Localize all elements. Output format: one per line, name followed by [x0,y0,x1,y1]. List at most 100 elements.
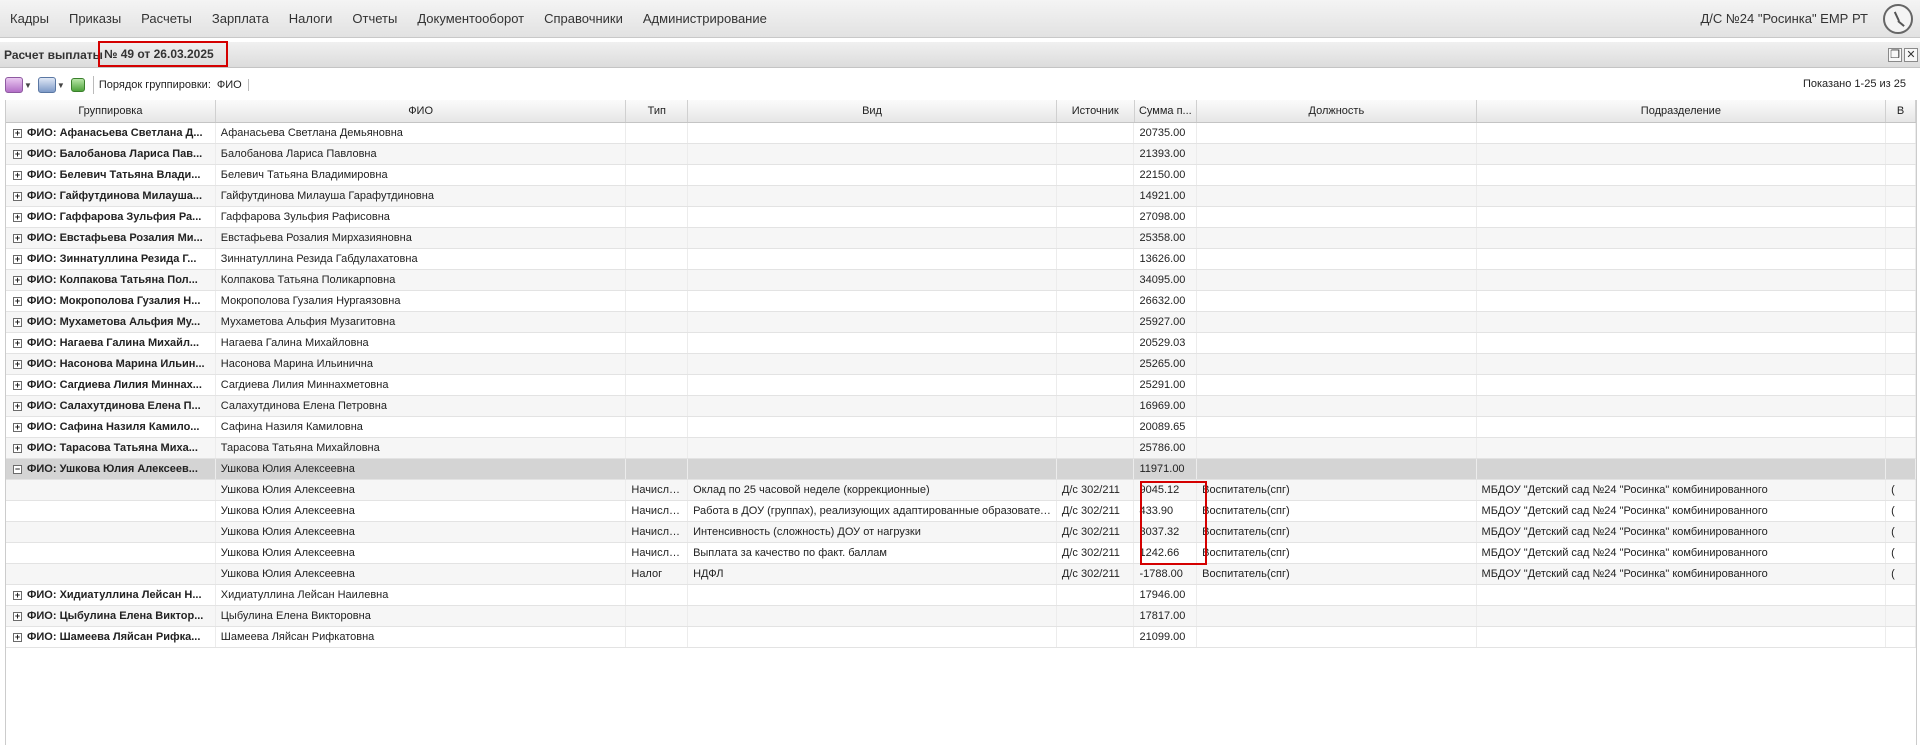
clock-icon[interactable] [1883,4,1913,34]
grid-body: + ФИО: Афанасьева Светлана Д... Афанасьева… [6,123,1916,648]
group-row[interactable]: + ФИО: Мухаметова Альфия Му... Мухаметова … [6,312,1916,333]
column-header[interactable]: Источник [1057,100,1135,122]
menu-item[interactable]: Расчеты [131,0,202,38]
group-row[interactable]: + ФИО: Тарасова Татьяна Миха... Тарасова Т… [6,438,1916,459]
close-window-icon[interactable]: ✕ [1904,48,1918,62]
column-header[interactable]: Должность [1197,100,1477,122]
restore-window-icon[interactable]: ❐ [1888,48,1902,62]
detail-row[interactable]: Ушкова Юлия Алексеевна Начисле... Работа в… [6,501,1916,522]
detail-row[interactable]: Ушкова Юлия Алексеевна Начисле... Оклад по… [6,480,1916,501]
menu-item[interactable]: Документооборот [407,0,534,38]
menu-item[interactable]: Зарплата [202,0,279,38]
group-label: ФИО: Сагдиева Лилия Миннах... [27,379,202,391]
cell-pos: Воспитатель(спг) [1197,480,1477,500]
cell-pos [1197,354,1477,374]
expand-icon[interactable]: + [13,443,22,453]
group-row[interactable]: + ФИО: Зиннатуллина Резида Г... Зиннатулли… [6,249,1916,270]
expand-icon[interactable]: + [13,212,22,222]
menu-item[interactable]: Приказы [59,0,131,38]
group-row[interactable]: + ФИО: Балобанова Лариса Пав... Балобанова… [6,144,1916,165]
expand-icon[interactable]: + [13,359,22,369]
group-row[interactable]: + ФИО: Мокрополова Гузалия Н... Мокрополов… [6,291,1916,312]
expand-icon[interactable]: + [13,380,22,390]
group-row[interactable]: + ФИО: Гаффарова Зульфия Ра... Гаффарова З… [6,207,1916,228]
cell-v [1886,438,1916,458]
group-row[interactable]: + ФИО: Хидиатуллина Лейсан Н... Хидиатулли… [6,585,1916,606]
cell-v [1886,207,1916,227]
group-row[interactable]: + ФИО: Сагдиева Лилия Миннах... Сагдиева Л… [6,375,1916,396]
cell-g [6,543,216,563]
group-label: ФИО: Сафина Назиля Камило... [27,421,200,433]
group-cell: + ФИО: Гаффарова Зульфия Ра... [6,207,216,227]
settings-icon [5,77,23,93]
group-row[interactable]: + ФИО: Насонова Марина Ильин... Насонова М… [6,354,1916,375]
cell-type [626,396,689,416]
expand-icon[interactable]: + [13,275,22,285]
cell-src: Д/с 302/211 [1057,480,1135,500]
expand-icon[interactable]: + [13,632,22,642]
group-cell: + ФИО: Афанасьева Светлана Д... [6,123,216,143]
expand-icon[interactable]: + [13,149,22,159]
expand-icon[interactable]: + [13,170,22,180]
cell-kind [688,186,1057,206]
cell-src: Д/с 302/211 [1057,564,1135,584]
column-header[interactable]: Подразделение [1477,100,1887,122]
group-row[interactable]: + ФИО: Афанасьева Светлана Д... Афанасьева… [6,123,1916,144]
cell-fio: Сагдиева Лилия Миннахметовна [216,375,627,395]
detail-row[interactable]: Ушкова Юлия Алексеевна Начисле... Интенсив… [6,522,1916,543]
collapse-icon[interactable]: − [13,464,22,474]
detail-row[interactable]: Ушкова Юлия Алексеевна Налог НДФЛ Д/с 302/2… [6,564,1916,585]
menu-item[interactable]: Администрирование [633,0,777,38]
group-row[interactable]: + ФИО: Евстафьева Розалия Ми... Евстафьева… [6,228,1916,249]
group-row[interactable]: + ФИО: Гайфутдинова Милауша... Гайфутдинов… [6,186,1916,207]
expand-icon[interactable]: + [13,611,22,621]
cell-dept [1477,459,1887,479]
group-row[interactable]: + ФИО: Нагаева Галина Михайл... Нагаева Га… [6,333,1916,354]
menu-item[interactable]: Отчеты [342,0,407,38]
group-row[interactable]: + ФИО: Шамеева Ляйсан Рифка... Шамеева Ляй… [6,627,1916,648]
cell-kind: НДФЛ [688,564,1057,584]
detail-row[interactable]: Ушкова Юлия Алексеевна Начисле... Выплата … [6,543,1916,564]
column-header[interactable]: Тип [626,100,689,122]
expand-icon[interactable]: + [13,128,22,138]
column-header[interactable]: Сумма п... [1135,100,1198,122]
column-header[interactable]: Группировка [6,100,216,122]
expand-icon[interactable]: + [13,338,22,348]
cell-src [1057,270,1135,290]
group-cell: + ФИО: Салахутдинова Елена П... [6,396,216,416]
group-cell: + ФИО: Белевич Татьяна Влади... [6,165,216,185]
expand-icon[interactable]: + [13,422,22,432]
cell-dept: МБДОУ "Детский сад №24 "Росинка" комбини… [1477,501,1887,521]
expand-icon[interactable]: + [13,254,22,264]
group-row[interactable]: + ФИО: Цыбулина Елена Виктор... Цыбулина Е… [6,606,1916,627]
organization-name[interactable]: Д/С №24 "Росинка" ЕМР РТ [1700,0,1868,38]
cell-v [1886,375,1916,395]
column-header[interactable]: Вид [688,100,1057,122]
group-row[interactable]: + ФИО: Белевич Татьяна Влади... Белевич Та… [6,165,1916,186]
settings-menu-button[interactable]: ▼ [5,75,32,95]
cell-pos [1197,123,1477,143]
group-row[interactable]: + ФИО: Салахутдинова Елена П... Салахутдин… [6,396,1916,417]
menu-item[interactable]: Налоги [279,0,343,38]
group-order-value[interactable]: ФИО [217,79,249,91]
expand-icon[interactable]: + [13,401,22,411]
cell-pos [1197,165,1477,185]
group-row[interactable]: + ФИО: Сафина Назиля Камило... Сафина Нази… [6,417,1916,438]
column-header[interactable]: ФИО [216,100,627,122]
expand-icon[interactable]: + [13,191,22,201]
column-header[interactable]: В [1886,100,1916,122]
cell-kind [688,123,1057,143]
menu-item[interactable]: Кадры [0,0,59,38]
cell-fio: Мухаметова Альфия Музагитовна [216,312,627,332]
group-row[interactable]: − ФИО: Ушкова Юлия Алексеев... Ушкова Юлия… [6,459,1916,480]
expand-icon[interactable]: + [13,296,22,306]
group-row[interactable]: + ФИО: Колпакова Татьяна Пол... Колпакова … [6,270,1916,291]
expand-icon[interactable]: + [13,590,22,600]
menu-item[interactable]: Справочники [534,0,633,38]
refresh-button[interactable] [70,75,85,95]
cell-dept [1477,249,1887,269]
expand-icon[interactable]: + [13,317,22,327]
cell-fio: Ушкова Юлия Алексеевна [216,459,627,479]
expand-icon[interactable]: + [13,233,22,243]
print-menu-button[interactable]: ▼ [37,75,65,95]
